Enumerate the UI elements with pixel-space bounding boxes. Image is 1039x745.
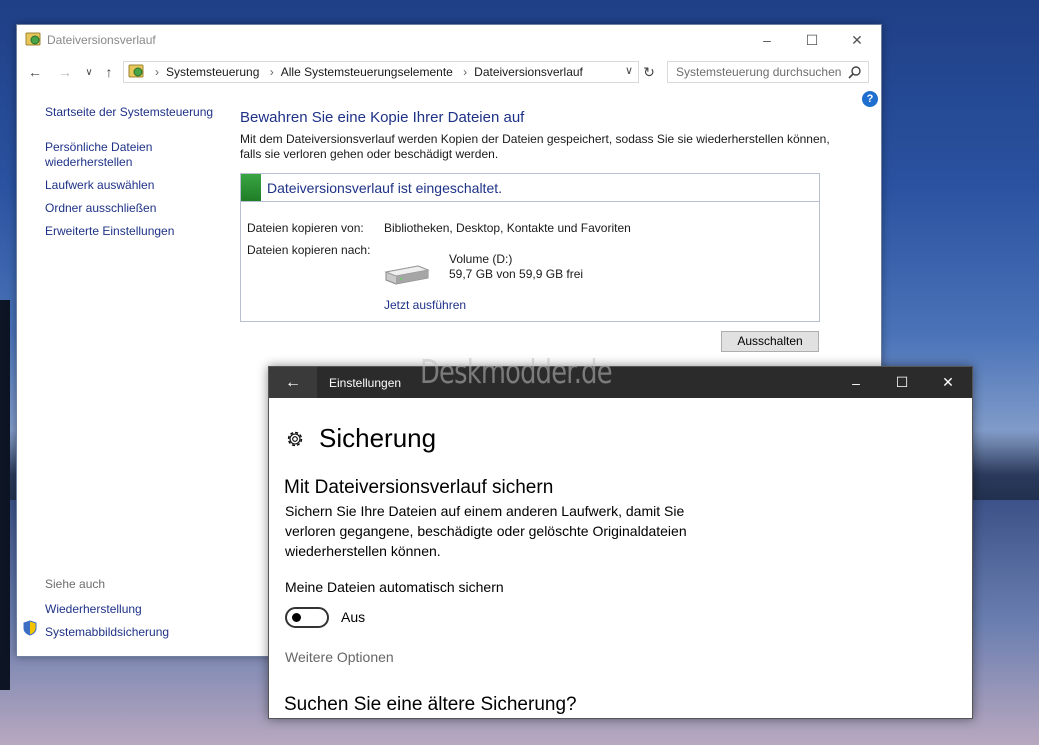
- description: Mit dem Dateiversionsverlauf werden Kopi…: [240, 132, 830, 162]
- volume-name: Volume (D:): [449, 252, 513, 266]
- title-bar: Dateiversionsverlauf – ☐ ✕: [17, 25, 881, 55]
- sidebar-item-exclude-folders[interactable]: Ordner ausschließen: [45, 201, 225, 216]
- see-also-system-image[interactable]: Systemabbildsicherung: [45, 625, 169, 640]
- section-description: Sichern Sie Ihre Dateien auf einem ander…: [285, 501, 745, 561]
- toggle-state-label: Aus: [341, 609, 366, 625]
- sidebar: Startseite der Systemsteuerung Persönlic…: [45, 105, 225, 239]
- volume-free-space: 59,7 GB von 59,9 GB frei: [449, 267, 584, 281]
- settings-window: ← Einstellungen – ☐ ✕ Sicherung Mit Date…: [268, 366, 973, 719]
- sidebar-item-home[interactable]: Startseite der Systemsteuerung: [45, 105, 225, 120]
- navigation-bar: ← → ∨ ↑ › Systemsteuerung › Alle Systemste…: [17, 59, 881, 85]
- watermark-logo: Deskmodder.de: [420, 352, 613, 391]
- search-icon: [848, 66, 861, 79]
- gear-icon: [287, 431, 303, 447]
- status-indicator: [241, 174, 261, 201]
- older-backup-heading: Suchen Sie eine ältere Sicherung?: [284, 694, 577, 715]
- breadcrumb-item[interactable]: Systemsteuerung: [166, 65, 259, 79]
- breadcrumb: › Systemsteuerung › Alle Systemsteuerungse…: [155, 65, 583, 79]
- refresh-icon[interactable]: ↻: [639, 61, 659, 83]
- back-arrow-icon[interactable]: ←: [25, 62, 45, 82]
- description-line: Mit dem Dateiversionsverlauf werden Kopi…: [240, 132, 830, 146]
- description-line: Sichern Sie Ihre Dateien auf einem ander…: [285, 503, 685, 519]
- up-arrow-icon[interactable]: ↑: [99, 62, 119, 82]
- window-title: Dateiversionsverlauf: [47, 33, 156, 47]
- chevron-down-icon[interactable]: ∨: [622, 64, 636, 80]
- breadcrumb-item[interactable]: Dateiversionsverlauf: [474, 65, 583, 79]
- address-bar[interactable]: › Systemsteuerung › Alle Systemsteuerungse…: [123, 61, 639, 83]
- toggle-knob: [292, 613, 301, 622]
- status-panel: Dateiversionsverlauf ist eingeschaltet. …: [240, 173, 820, 322]
- status-text: Dateiversionsverlauf ist eingeschaltet.: [267, 180, 503, 196]
- back-arrow-icon[interactable]: ←: [269, 367, 317, 398]
- page-title: Sicherung: [319, 423, 437, 453]
- shield-icon: [23, 620, 37, 636]
- more-options-link[interactable]: Weitere Optionen: [285, 649, 394, 665]
- auto-backup-label: Meine Dateien automatisch sichern: [285, 579, 504, 595]
- run-now-link[interactable]: Jetzt ausführen: [384, 298, 466, 312]
- copy-to-label: Dateien kopieren nach:: [247, 243, 371, 257]
- minimize-button[interactable]: –: [744, 25, 790, 55]
- drive-icon: [384, 265, 430, 285]
- copy-from-label: Dateien kopieren von:: [247, 221, 364, 235]
- close-button[interactable]: ✕: [834, 25, 880, 55]
- copy-from-value: Bibliotheken, Desktop, Kontakte und Favo…: [384, 221, 631, 235]
- maximize-button[interactable]: ☐: [789, 25, 835, 55]
- see-also-heading: Siehe auch: [45, 577, 106, 591]
- help-icon[interactable]: ?: [862, 91, 878, 107]
- breadcrumb-item[interactable]: Alle Systemsteuerungselemente: [281, 65, 453, 79]
- sidebar-item-restore[interactable]: Persönliche Dateien: [45, 140, 225, 155]
- turn-off-button[interactable]: Ausschalten: [721, 331, 819, 352]
- description-line: verloren gegangene, beschädigte oder gel…: [285, 523, 687, 539]
- page-heading: Bewahren Sie eine Kopie Ihrer Dateien au…: [240, 109, 525, 126]
- sidebar-item-restore-line2[interactable]: wiederherstellen: [45, 155, 225, 170]
- sidebar-item-select-drive[interactable]: Laufwerk auswählen: [45, 178, 225, 193]
- search-input[interactable]: Systemsteuerung durchsuchen: [667, 61, 869, 83]
- description-line: falls sie verloren gehen oder beschädigt…: [240, 147, 499, 161]
- settings-title: Einstellungen: [329, 376, 402, 390]
- see-also-recovery[interactable]: Wiederherstellung: [45, 602, 169, 617]
- settings-title-bar: ← Einstellungen – ☐ ✕: [269, 367, 972, 398]
- sidebar-item-advanced[interactable]: Erweiterte Einstellungen: [45, 224, 225, 239]
- see-also-section: Siehe auch Wiederherstellung Systemabbil…: [45, 575, 169, 640]
- maximize-button[interactable]: ☐: [879, 367, 925, 398]
- file-history-icon: [25, 32, 41, 46]
- section-title: Mit Dateiversionsverlauf sichern: [284, 477, 554, 498]
- recent-locations-icon[interactable]: ∨: [79, 62, 99, 82]
- control-panel-icon: [128, 64, 144, 78]
- status-header: Dateiversionsverlauf ist eingeschaltet.: [241, 174, 819, 202]
- search-placeholder: Systemsteuerung durchsuchen: [676, 65, 842, 79]
- main-content: Bewahren Sie eine Kopie Ihrer Dateien au…: [240, 109, 830, 352]
- close-button[interactable]: ✕: [925, 367, 971, 398]
- description-line: wiederherstellen können.: [285, 543, 441, 559]
- minimize-button[interactable]: –: [833, 367, 879, 398]
- forward-arrow-icon[interactable]: →: [55, 62, 75, 82]
- tree-silhouette: [0, 300, 10, 690]
- auto-backup-toggle[interactable]: [285, 607, 329, 628]
